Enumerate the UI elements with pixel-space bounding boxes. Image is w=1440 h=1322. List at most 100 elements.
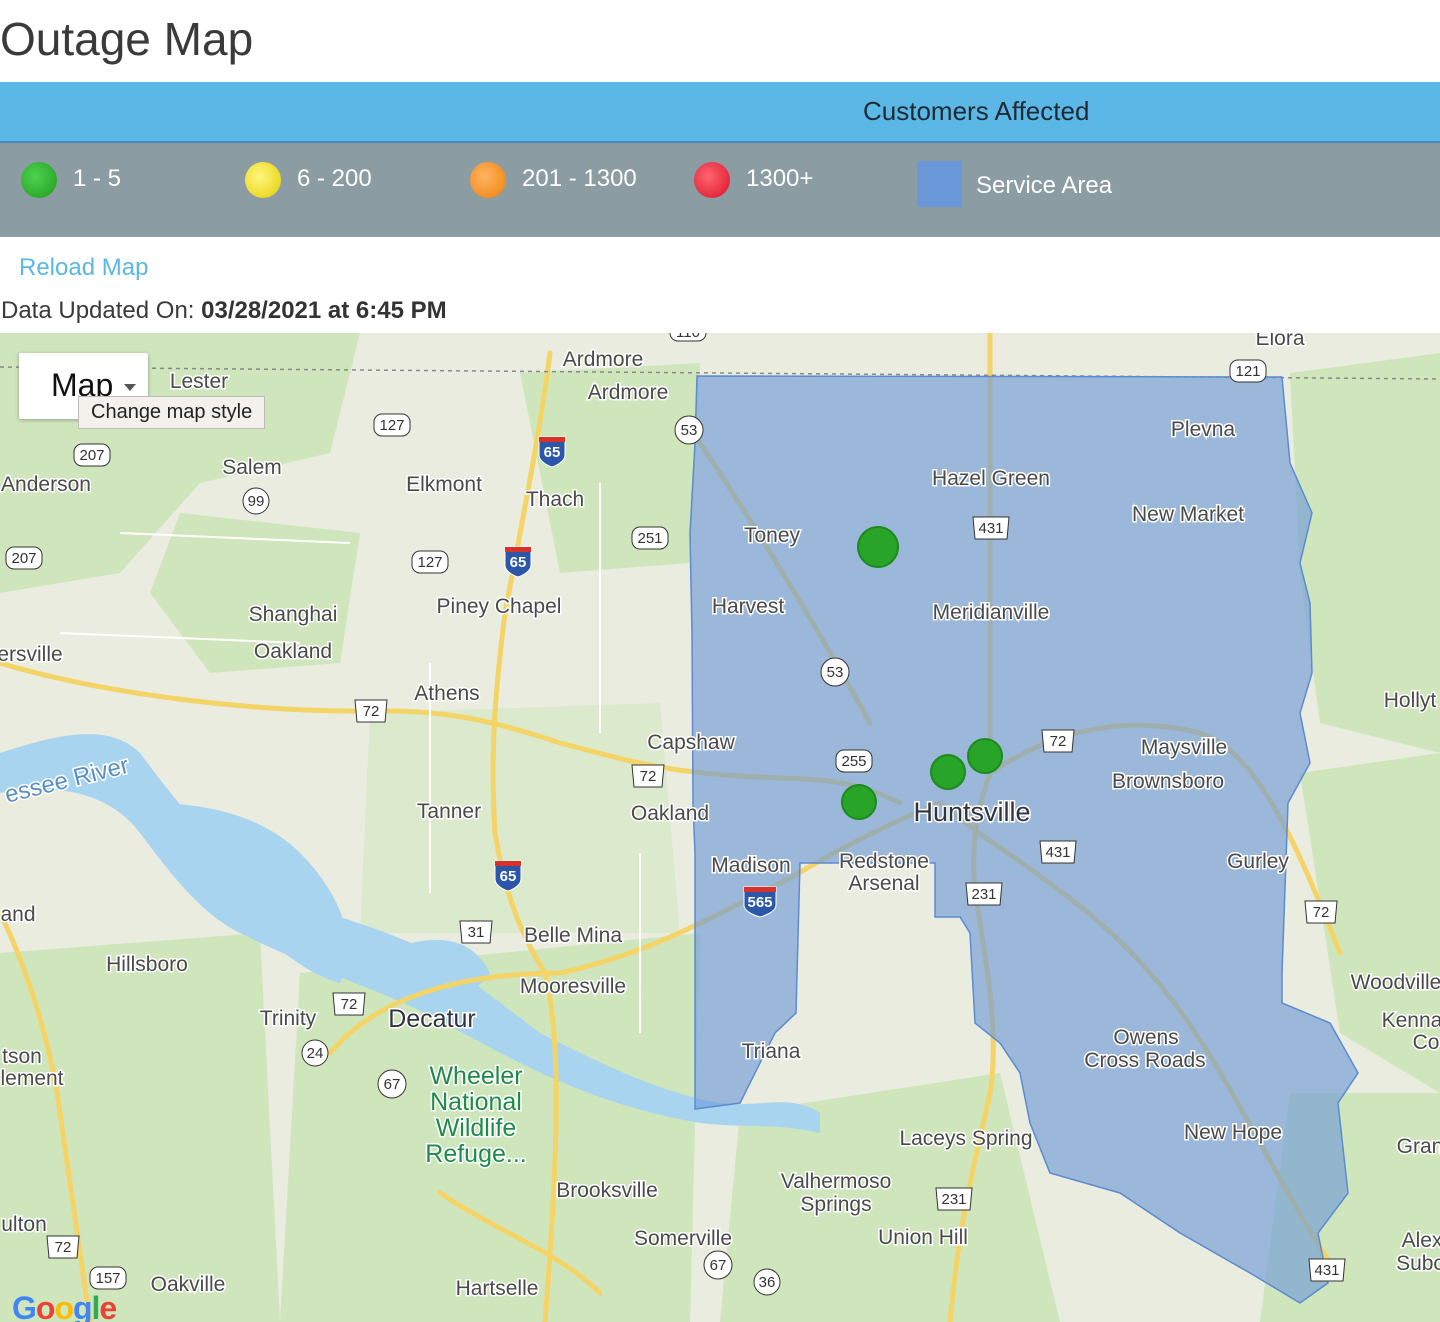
- place-label: Wildlife: [436, 1114, 517, 1142]
- route-shield: 72: [1304, 900, 1338, 924]
- legend-label: 1 - 5: [73, 165, 122, 192]
- place-label: Elkmont: [406, 473, 482, 496]
- shield-label: 31: [468, 924, 485, 941]
- route-shield: 127: [373, 413, 411, 437]
- route-shield: 67: [377, 1069, 407, 1099]
- shield-label: 24: [307, 1045, 324, 1062]
- place-label: Laceys Spring: [899, 1127, 1032, 1150]
- place-label: Gurley: [1227, 850, 1289, 873]
- map-canvas[interactable]: 110 121 127 65 53 207 99 431 207 127 251…: [0, 333, 1440, 1322]
- place-label: Thach: [526, 488, 584, 511]
- outage-marker[interactable]: [841, 784, 877, 820]
- outage-map[interactable]: 110 121 127 65 53 207 99 431 207 127 251…: [0, 333, 1440, 1322]
- place-label: Ardmore: [563, 348, 644, 371]
- shield-label: 127: [379, 417, 404, 434]
- shield-label: 72: [55, 1239, 72, 1256]
- place-label: Hillsboro: [106, 953, 188, 976]
- place-label: Gran: [1397, 1135, 1440, 1158]
- shield-label: 67: [384, 1076, 401, 1093]
- chevron-down-icon: [124, 384, 136, 391]
- place-label: Hollyt: [1384, 689, 1437, 712]
- route-shield: 72: [332, 992, 366, 1016]
- place-label: Triana: [742, 1040, 801, 1063]
- place-label: Hartselle: [456, 1277, 539, 1300]
- place-label: Co: [1413, 1031, 1440, 1054]
- shield-label: 251: [637, 530, 662, 547]
- shield-label: 72: [1313, 904, 1330, 921]
- place-label: and: [0, 903, 35, 926]
- shield-label: 431: [978, 520, 1003, 537]
- route-shield: 99: [242, 487, 270, 515]
- reload-map-link[interactable]: Reload Map: [19, 254, 148, 282]
- shield-label: 565: [747, 894, 772, 911]
- place-label: Brownsboro: [1112, 770, 1224, 793]
- place-label: Valhermoso: [781, 1170, 892, 1193]
- service-area-swatch: [917, 161, 962, 207]
- place-label: Meridianville: [933, 601, 1050, 624]
- place-label: Oakville: [151, 1273, 226, 1296]
- place-label: Shanghai: [249, 603, 338, 626]
- route-shield: 431: [1039, 840, 1077, 864]
- route-shield: 36: [753, 1268, 781, 1296]
- yellow-dot-icon: [245, 162, 281, 198]
- outage-marker[interactable]: [930, 754, 966, 790]
- place-label: Maysville: [1141, 736, 1227, 759]
- shield-label: 53: [827, 664, 844, 681]
- place-label: Ardmore: [588, 381, 669, 404]
- data-updated-prefix: Data Updated On:: [1, 297, 202, 324]
- place-label: Springs: [800, 1193, 871, 1216]
- route-shield: 53: [820, 657, 850, 687]
- place-label: Redstone: [839, 850, 929, 873]
- place-label: Oakland: [254, 640, 332, 663]
- shield-label: 72: [363, 703, 380, 720]
- route-shield: 65: [504, 546, 532, 578]
- place-label: Woodville: [1351, 971, 1440, 994]
- route-shield: 431: [972, 516, 1010, 540]
- route-shield: 110: [669, 333, 707, 342]
- shield-label: 72: [341, 996, 358, 1013]
- route-shield: 121: [1229, 359, 1267, 383]
- shield-label: 231: [971, 886, 996, 903]
- place-label: Huntsville: [913, 797, 1030, 827]
- shield-label: 207: [79, 447, 104, 464]
- place-label: Trinity: [260, 1007, 317, 1030]
- legend-label: 201 - 1300: [522, 165, 637, 192]
- route-shield: 72: [631, 764, 665, 788]
- place-label: Brooksville: [556, 1179, 658, 1202]
- place-label: Oakland: [631, 802, 709, 825]
- place-label: Madison: [711, 854, 790, 877]
- place-label: Elora: [1255, 333, 1304, 350]
- green-dot-icon: [21, 162, 57, 198]
- place-label: Plevna: [1171, 418, 1236, 441]
- place-label: New Hope: [1184, 1121, 1282, 1144]
- place-label: Decatur: [388, 1005, 476, 1033]
- route-shield: 65: [538, 436, 566, 468]
- shield-label: 127: [417, 554, 442, 571]
- route-shield: 251: [631, 526, 669, 550]
- route-shield: 431: [1308, 1258, 1346, 1282]
- place-label: Somerville: [634, 1227, 732, 1250]
- place-label: Capshaw: [647, 731, 735, 754]
- shield-label: 99: [248, 493, 265, 510]
- route-shield: 207: [5, 546, 43, 570]
- route-shield: 127: [411, 550, 449, 574]
- place-label: ersville: [0, 643, 63, 666]
- legend-label: 6 - 200: [297, 165, 372, 192]
- place-label: ulton: [1, 1213, 47, 1236]
- legend-header: Customers Affected: [0, 82, 1440, 143]
- outage-marker[interactable]: [967, 738, 1003, 774]
- shield-label: 72: [640, 768, 657, 785]
- place-label: Subc: [1396, 1252, 1440, 1275]
- route-shield: 255: [835, 749, 873, 773]
- shield-label: 207: [11, 550, 36, 567]
- shield-label: 255: [841, 753, 866, 770]
- place-label: tson: [2, 1045, 42, 1068]
- place-label: Mooresville: [520, 975, 626, 998]
- route-shield: 72: [354, 699, 388, 723]
- service-area-label: Service Area: [976, 172, 1113, 199]
- outage-marker[interactable]: [857, 526, 899, 568]
- red-dot-icon: [694, 162, 730, 198]
- data-updated: Data Updated On: 03/28/2021 at 6:45 PM: [1, 297, 447, 325]
- route-shield: 72: [46, 1235, 80, 1259]
- shield-label: 67: [710, 1257, 727, 1274]
